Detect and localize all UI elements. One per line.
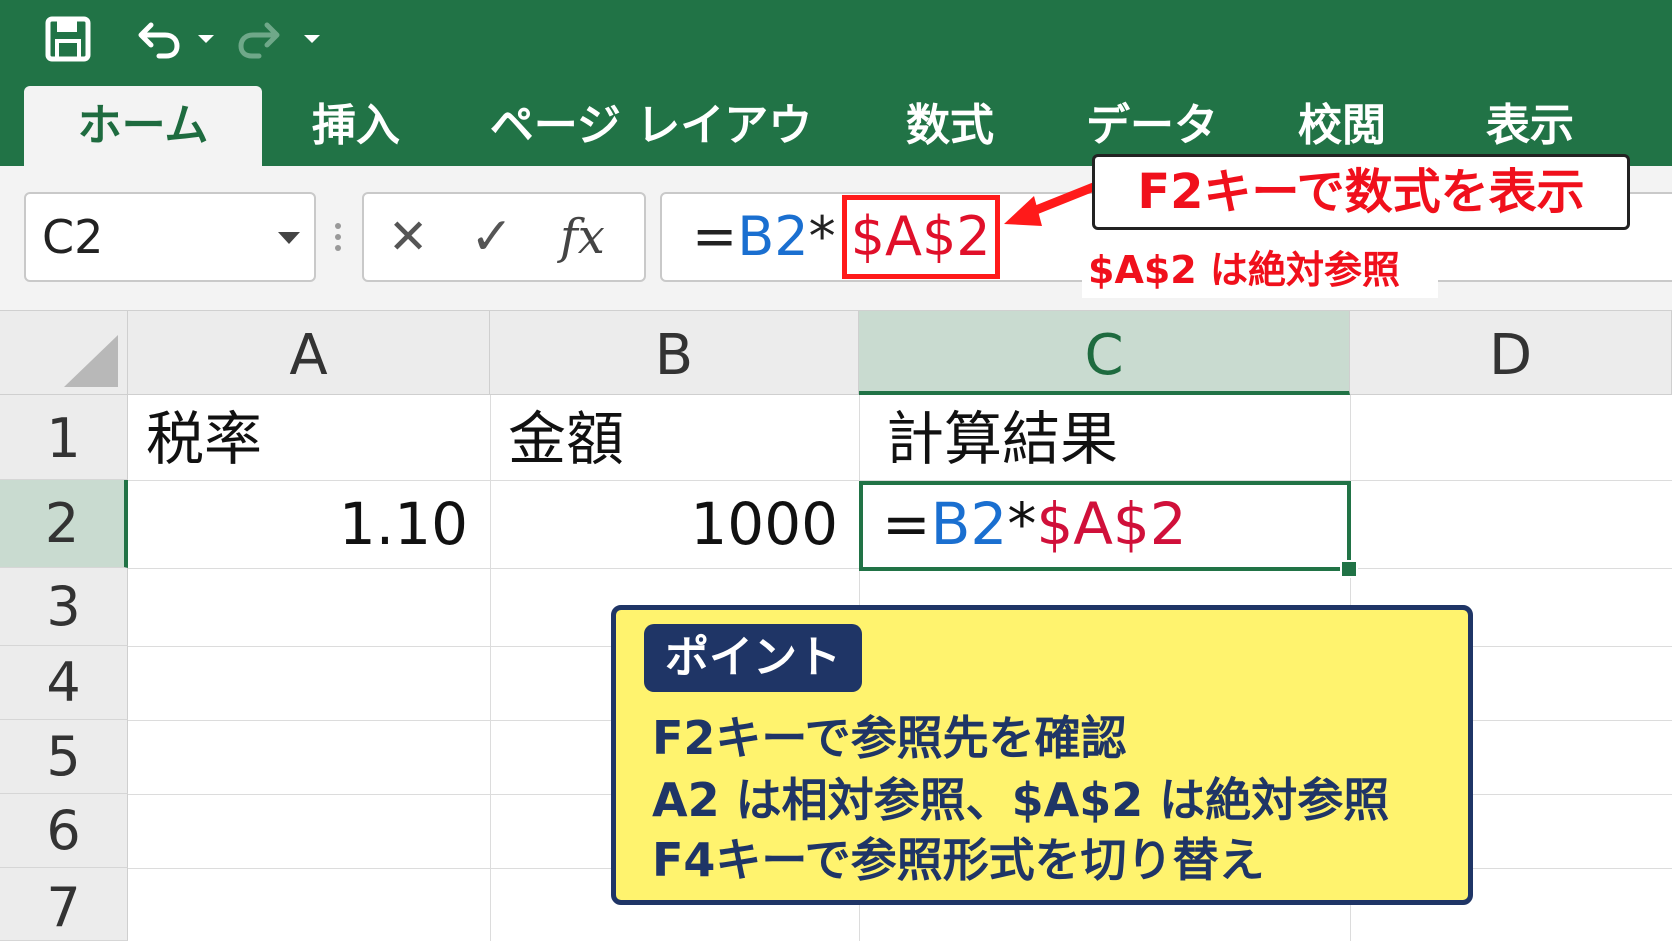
cell-c1[interactable]: 計算結果	[886, 395, 1118, 483]
point-badge: ポイント	[644, 624, 862, 692]
chevron-down-icon[interactable]	[278, 232, 300, 244]
row-header-2[interactable]: 2	[0, 480, 128, 568]
column-header-c[interactable]: C	[859, 311, 1350, 395]
cell-a2[interactable]: 1.10	[128, 480, 468, 568]
enter-check-icon[interactable]: ✓	[470, 194, 514, 280]
cell-b2[interactable]: 1000	[490, 480, 838, 568]
name-box-value: C2	[42, 210, 104, 264]
tab-insert[interactable]: 挿入	[286, 86, 426, 166]
callout-arrow-icon	[1004, 181, 1100, 226]
tab-page-layout[interactable]: ページ レイアウト	[476, 86, 826, 231]
quick-access-toolbar	[40, 14, 330, 64]
drag-handle-icon[interactable]	[334, 222, 342, 252]
select-all-corner[interactable]	[0, 311, 128, 395]
point-line-1: F2キーで参照先を確認	[652, 711, 1127, 765]
formula-relative-ref: B2	[737, 205, 809, 268]
select-all-icon	[64, 335, 118, 387]
cancel-icon[interactable]: ✕	[388, 194, 428, 280]
fill-handle[interactable]	[1340, 560, 1358, 578]
point-line-3: F4キーで参照形式を切り替え	[652, 833, 1265, 887]
chevron-down-icon[interactable]	[188, 14, 224, 64]
grid-line	[490, 395, 491, 941]
callout-main: F2キーで数式を表示	[1092, 154, 1630, 230]
insert-function-icon[interactable]: fx	[560, 194, 605, 280]
chevron-down-icon[interactable]	[294, 14, 330, 64]
column-header-d[interactable]: D	[1350, 311, 1672, 395]
callout-sub: $A$2 は絶対参照	[1082, 242, 1438, 298]
redo-icon[interactable]	[230, 14, 286, 64]
cell-b1[interactable]: 金額	[508, 395, 624, 483]
row-header-4[interactable]: 4	[0, 646, 128, 720]
point-box: ポイント F2キーで参照先を確認 A2 は相対参照、$A$2 は絶対参照 F4キ…	[611, 605, 1473, 905]
row-header-7[interactable]: 7	[0, 868, 128, 941]
undo-icon[interactable]	[132, 14, 188, 64]
column-header-a[interactable]: A	[128, 311, 490, 395]
row-header-5[interactable]: 5	[0, 720, 128, 794]
point-line-2: A2 は相対参照、$A$2 は絶対参照	[652, 773, 1390, 827]
formula-operator: *	[808, 205, 836, 268]
row-header-3[interactable]: 3	[0, 568, 128, 646]
formula-absolute-ref-highlight: $A$2	[841, 195, 1000, 279]
row-header-1[interactable]: 1	[0, 395, 128, 480]
tab-formulas[interactable]: 数式	[880, 86, 1020, 166]
column-header-b[interactable]: B	[490, 311, 859, 395]
name-box[interactable]: C2	[24, 192, 316, 282]
formula-text: =B2* $A$2	[692, 194, 1000, 280]
save-icon[interactable]	[40, 14, 96, 64]
active-cell-border	[859, 481, 1351, 571]
row-header-6[interactable]: 6	[0, 794, 128, 868]
tab-home[interactable]: ホーム	[24, 86, 262, 166]
formula-prefix: =	[692, 205, 738, 268]
formula-buttons: ✕ ✓ fx	[362, 192, 646, 282]
cell-a1[interactable]: 税率	[146, 395, 262, 483]
